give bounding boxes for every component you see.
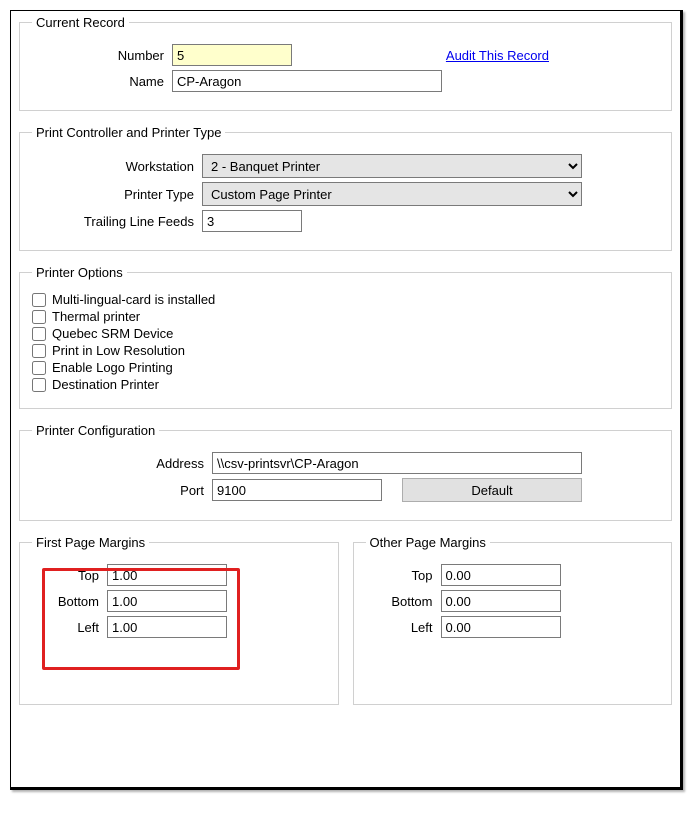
other-top-input[interactable] bbox=[441, 564, 561, 586]
address-label: Address bbox=[32, 456, 212, 471]
dialog-container: Current Record Number Audit This Record … bbox=[10, 10, 683, 790]
options-group: Printer Options Multi-lingual-card is in… bbox=[19, 265, 672, 409]
option-multilingual-checkbox[interactable] bbox=[32, 293, 46, 307]
option-destination-label: Destination Printer bbox=[52, 377, 159, 392]
name-input[interactable] bbox=[172, 70, 442, 92]
trailing-label: Trailing Line Feeds bbox=[32, 214, 202, 229]
option-lowres-checkbox[interactable] bbox=[32, 344, 46, 358]
option-quebec-label: Quebec SRM Device bbox=[52, 326, 173, 341]
number-label: Number bbox=[32, 48, 172, 63]
other-bottom-input[interactable] bbox=[441, 590, 561, 612]
default-button[interactable]: Default bbox=[402, 478, 582, 502]
other-margins-group: Other Page Margins Top Bottom Left bbox=[353, 535, 673, 705]
option-thermal-checkbox[interactable] bbox=[32, 310, 46, 324]
printer-type-label: Printer Type bbox=[32, 187, 202, 202]
config-legend: Printer Configuration bbox=[32, 423, 159, 438]
printer-type-select[interactable]: Custom Page Printer bbox=[202, 182, 582, 206]
first-bottom-input[interactable] bbox=[107, 590, 227, 612]
option-quebec-checkbox[interactable] bbox=[32, 327, 46, 341]
first-left-input[interactable] bbox=[107, 616, 227, 638]
option-thermal-label: Thermal printer bbox=[52, 309, 140, 324]
number-input[interactable] bbox=[172, 44, 292, 66]
other-margins-legend: Other Page Margins bbox=[366, 535, 490, 550]
options-legend: Printer Options bbox=[32, 265, 127, 280]
other-left-label: Left bbox=[366, 620, 441, 635]
port-input[interactable] bbox=[212, 479, 382, 501]
controller-legend: Print Controller and Printer Type bbox=[32, 125, 225, 140]
first-left-label: Left bbox=[32, 620, 107, 635]
audit-link[interactable]: Audit This Record bbox=[446, 48, 549, 63]
other-left-input[interactable] bbox=[441, 616, 561, 638]
first-top-input[interactable] bbox=[107, 564, 227, 586]
option-destination-checkbox[interactable] bbox=[32, 378, 46, 392]
first-margins-group: First Page Margins Top Bottom Left bbox=[19, 535, 339, 705]
first-top-label: Top bbox=[32, 568, 107, 583]
current-record-legend: Current Record bbox=[32, 15, 129, 30]
option-multilingual-label: Multi-lingual-card is installed bbox=[52, 292, 215, 307]
workstation-select[interactable]: 2 - Banquet Printer bbox=[202, 154, 582, 178]
current-record-group: Current Record Number Audit This Record … bbox=[19, 15, 672, 111]
option-logo-label: Enable Logo Printing bbox=[52, 360, 173, 375]
first-margins-legend: First Page Margins bbox=[32, 535, 149, 550]
controller-group: Print Controller and Printer Type Workst… bbox=[19, 125, 672, 251]
other-top-label: Top bbox=[366, 568, 441, 583]
name-label: Name bbox=[32, 74, 172, 89]
first-bottom-label: Bottom bbox=[32, 594, 107, 609]
workstation-label: Workstation bbox=[32, 159, 202, 174]
other-bottom-label: Bottom bbox=[366, 594, 441, 609]
option-logo-checkbox[interactable] bbox=[32, 361, 46, 375]
port-label: Port bbox=[32, 483, 212, 498]
trailing-input[interactable] bbox=[202, 210, 302, 232]
address-input[interactable] bbox=[212, 452, 582, 474]
option-lowres-label: Print in Low Resolution bbox=[52, 343, 185, 358]
config-group: Printer Configuration Address Port Defau… bbox=[19, 423, 672, 521]
